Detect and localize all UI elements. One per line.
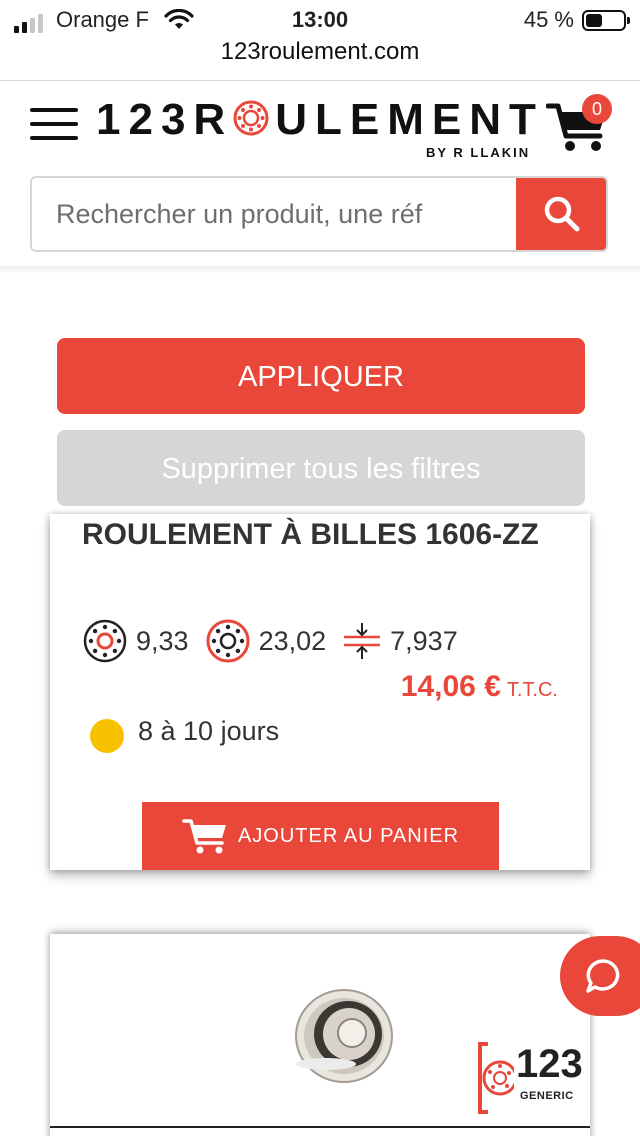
- divider: [50, 1126, 590, 1128]
- price-amount: 14,06 €: [400, 670, 501, 703]
- bearing-logo-icon: [233, 100, 269, 136]
- product-dimensions: 9,33 23,02 7,937: [82, 618, 474, 664]
- product-price: 14,06 € T.T.C.: [401, 670, 558, 704]
- battery-percent: 45 %: [523, 7, 574, 32]
- clear-filters-button[interactable]: Supprimer tous les filtres: [57, 430, 585, 506]
- brand-number: 123: [516, 1042, 583, 1086]
- logo-subtitle: BY R LLAKIN: [426, 145, 531, 160]
- header-shadow: [0, 266, 640, 274]
- search-button[interactable]: [516, 178, 606, 250]
- availability-text: 8 à 10 jours: [138, 716, 280, 746]
- brand-label: GENERIC: [520, 1090, 574, 1102]
- product-image[interactable]: [256, 954, 426, 1114]
- menu-icon[interactable]: [30, 108, 78, 142]
- add-to-cart-label: AJOUTER AU PANIER: [237, 824, 460, 847]
- logo-wordmark: 123R ULEMENT: [96, 95, 544, 144]
- browser-url[interactable]: 123roulement.com: [0, 38, 640, 66]
- product-card[interactable]: 123 GENERIC: [50, 934, 590, 1136]
- cart-count-badge: 0: [582, 94, 612, 124]
- brand-logo: 123 GENERIC: [474, 1040, 583, 1116]
- cart-icon: [182, 819, 226, 854]
- battery-icon: [582, 10, 630, 31]
- brand-bearing-icon: [478, 1042, 514, 1114]
- availability-indicator: [90, 719, 124, 753]
- outer-diameter-icon: [206, 619, 250, 663]
- chat-bubble-icon: [586, 959, 620, 993]
- product-title[interactable]: ROULEMENT À BILLES 1606-ZZ: [82, 516, 562, 554]
- divider: [0, 80, 640, 81]
- chat-button[interactable]: [560, 936, 640, 1016]
- status-bar: Orange F 13:00 45 %: [0, 0, 640, 40]
- outer-diameter-value: 23,02: [258, 625, 327, 656]
- inner-diameter-value: 9,33: [136, 625, 189, 656]
- apply-filters-button[interactable]: APPLIQUER: [57, 338, 585, 414]
- search-bar: [30, 176, 608, 252]
- width-icon: [344, 623, 381, 659]
- inner-diameter-icon: [83, 619, 127, 663]
- search-input[interactable]: [32, 178, 518, 250]
- price-tax-label: T.T.C.: [506, 679, 558, 701]
- width-value: 7,937: [390, 625, 458, 656]
- product-card[interactable]: ROULEMENT À BILLES 1606-ZZ 9,33 23,02 7,…: [50, 514, 590, 870]
- add-to-cart-button[interactable]: AJOUTER AU PANIER: [142, 802, 499, 870]
- search-icon: [544, 196, 580, 232]
